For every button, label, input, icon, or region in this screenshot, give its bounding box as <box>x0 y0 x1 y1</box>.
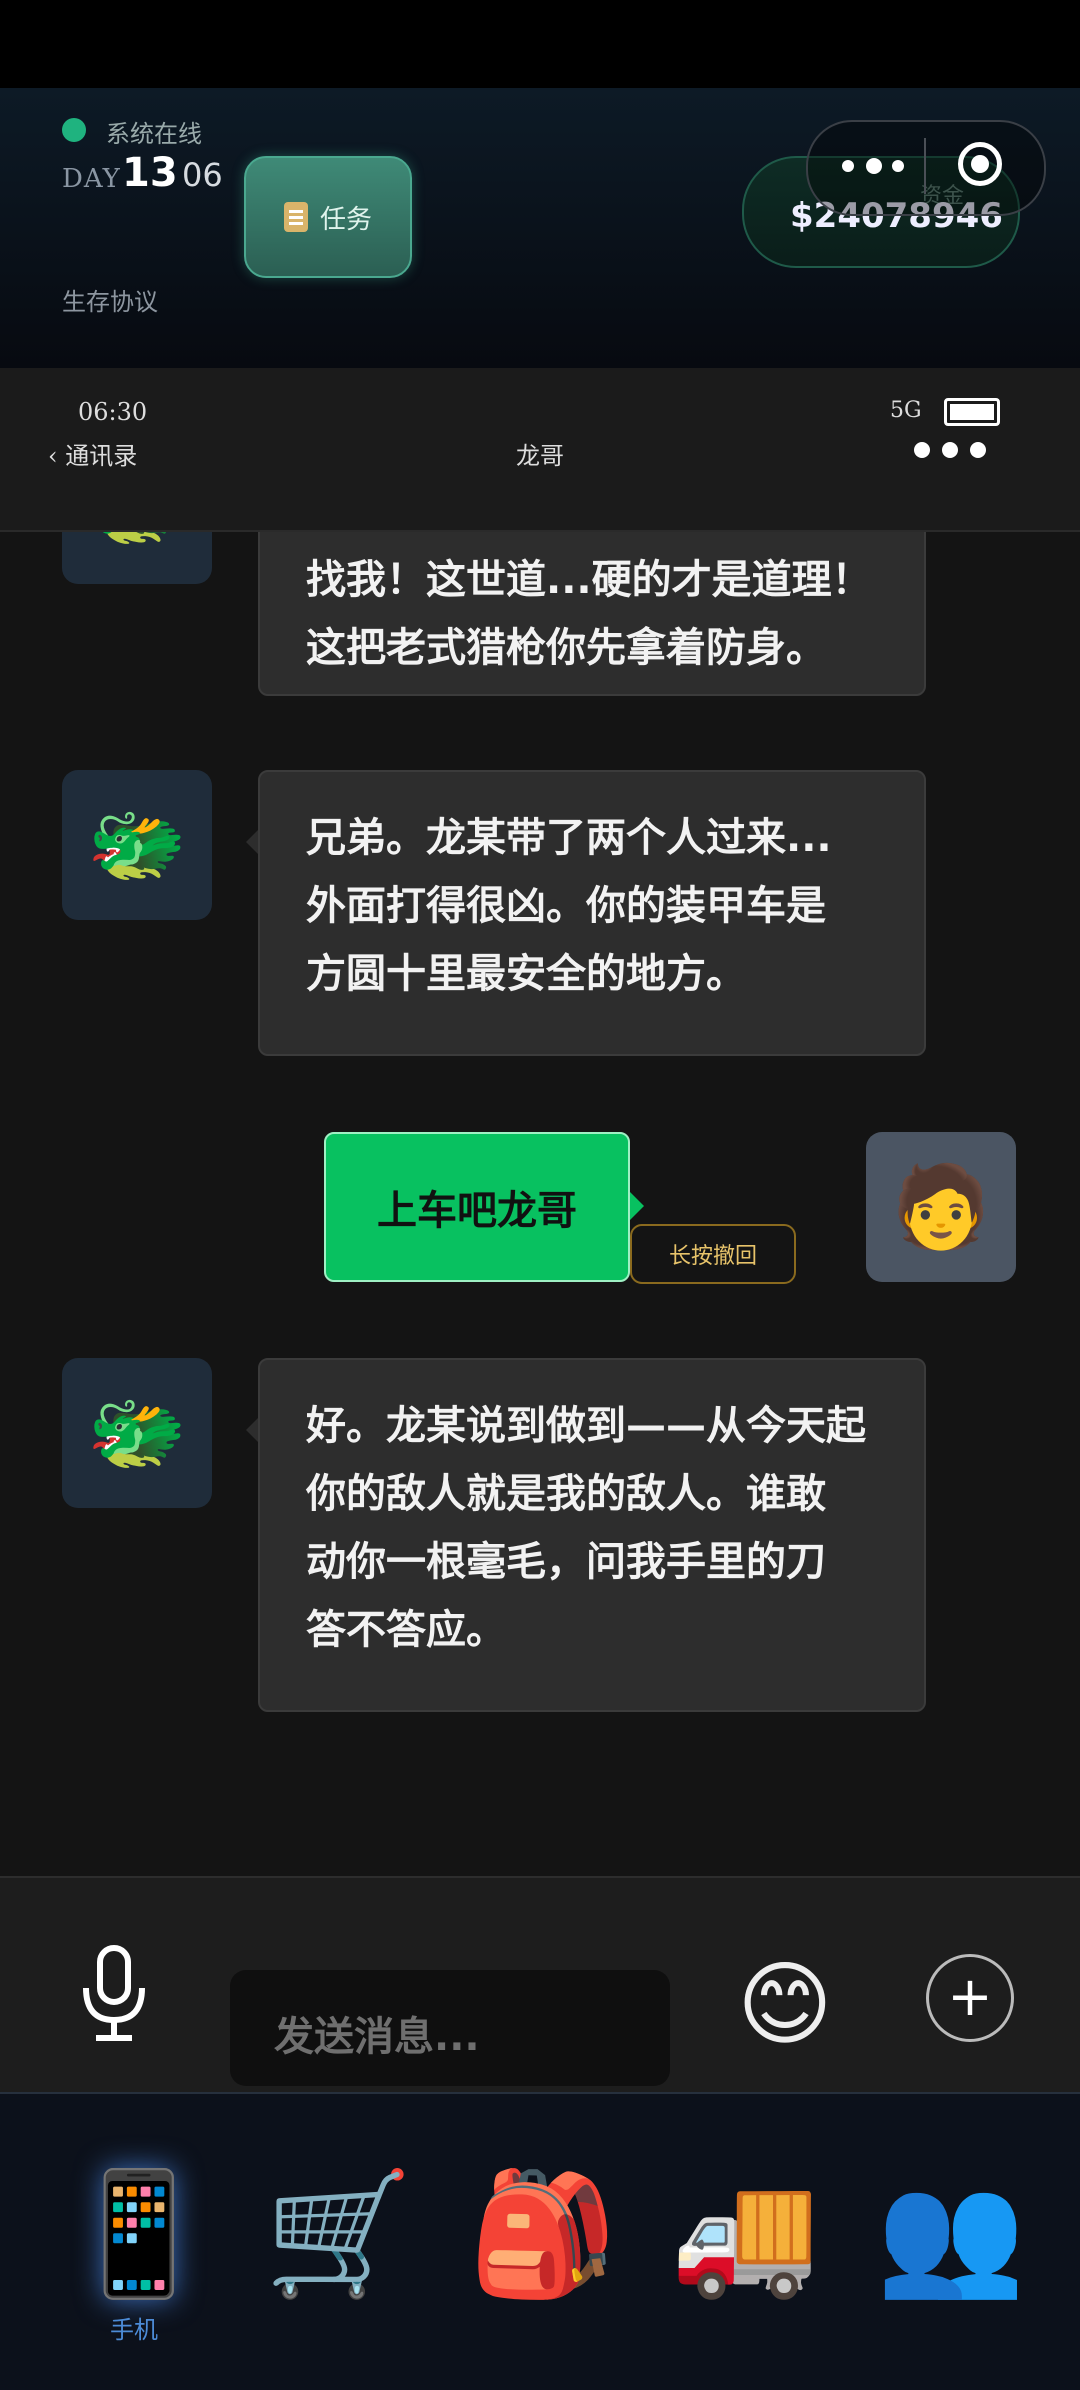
message-line: 你的敌人就是我的敌人。谁敢 <box>306 1471 826 1517</box>
contact-title: 龙哥 <box>516 442 564 470</box>
my-avatar[interactable]: 🧑 <box>866 1132 1016 1282</box>
person-icon: 🧑 <box>891 1160 991 1253</box>
day-label: DAY <box>62 164 121 194</box>
tab-truck-icon[interactable]: 🚚 <box>670 2160 819 2310</box>
message-line: 方圆十里最安全的地方。 <box>306 951 746 997</box>
capsule-divider <box>924 138 926 194</box>
message-bubble[interactable]: 找我！这世道...硬的才是道理！ 这把老式猎枪你先拿着防身。 <box>258 532 926 696</box>
task-button[interactable]: 任务 <box>244 156 412 278</box>
tab-shop-cart-icon[interactable]: 🛒 <box>264 2160 413 2310</box>
dragon-icon: 🐲 <box>87 798 187 891</box>
day-time: 06 <box>182 156 223 194</box>
bubble-tail <box>630 1192 644 1220</box>
close-target-icon[interactable] <box>958 142 1002 186</box>
message-line: 答不答应。 <box>306 1607 506 1653</box>
message-line: 好。龙某说到做到——从今天起 <box>306 1403 866 1449</box>
contact-avatar[interactable]: 🐲 <box>62 770 212 920</box>
message-bubble[interactable]: 兄弟。龙某带了两个人过来... 外面打得很凶。你的装甲车是 方圆十里最安全的地方… <box>258 770 926 1056</box>
tab-backpack-icon[interactable]: 🎒 <box>468 2160 617 2310</box>
status-time: 06:30 <box>78 398 148 426</box>
recall-hint[interactable]: 长按撤回 <box>630 1224 796 1284</box>
back-to-contacts[interactable]: ‹ 通讯录 <box>48 436 137 471</box>
dragon-icon: 🐲 <box>87 532 187 556</box>
message-line: 这把老式猎枪你先拿着防身。 <box>306 625 826 671</box>
battery-icon <box>944 398 1000 426</box>
dragon-icon: 🐲 <box>87 1386 187 1479</box>
task-button-label: 任务 <box>319 204 372 235</box>
emoji-icon[interactable]: 😊 <box>730 1950 840 2060</box>
day-number: 13 <box>122 150 178 196</box>
microphone-icon[interactable] <box>78 1944 150 2044</box>
message-bubble[interactable]: 好。龙某说到做到——从今天起 你的敌人就是我的敌人。谁敢 动你一根毫毛，问我手里… <box>258 1358 926 1712</box>
network-indicator: 5G <box>890 398 922 423</box>
chevron-left-icon: ‹ <box>48 442 66 470</box>
contact-avatar[interactable]: 🐲 <box>62 1358 212 1508</box>
my-message-text: 上车吧龙哥 <box>377 1188 577 1234</box>
clipboard-icon <box>283 202 308 232</box>
message-line: 动你一根毫毛，问我手里的刀 <box>306 1539 826 1585</box>
tab-phone[interactable]: 📱 <box>64 2160 213 2310</box>
chat-more-icon[interactable] <box>910 0 1000 458</box>
online-status-dot <box>62 118 86 142</box>
plus-icon[interactable]: + <box>926 1954 1014 2042</box>
contact-avatar[interactable]: 🐲 <box>62 532 212 584</box>
online-status-text: 系统在线 <box>106 120 202 148</box>
chat-area[interactable]: 🐲 找我！这世道...硬的才是道理！ 这把老式猎枪你先拿着防身。 🐲 兄弟。龙某… <box>0 532 1080 1876</box>
top-black-bar <box>0 0 1080 88</box>
tab-phone-label: 手机 <box>110 2316 158 2344</box>
my-message-bubble[interactable]: 上车吧龙哥 <box>324 1132 630 1282</box>
back-label: 通讯录 <box>65 442 138 470</box>
tab-team-icon[interactable]: 👥 <box>876 2160 1025 2310</box>
message-line: 找我！这世道...硬的才是道理！ <box>306 557 872 603</box>
survival-protocol-link[interactable]: 生存协议 <box>62 282 158 317</box>
message-input[interactable]: 发送消息... <box>230 1970 670 2086</box>
message-line: 兄弟。龙某带了两个人过来... <box>306 815 832 861</box>
message-line: 外面打得很凶。你的装甲车是 <box>306 883 826 929</box>
more-options-icon[interactable] <box>836 150 908 180</box>
